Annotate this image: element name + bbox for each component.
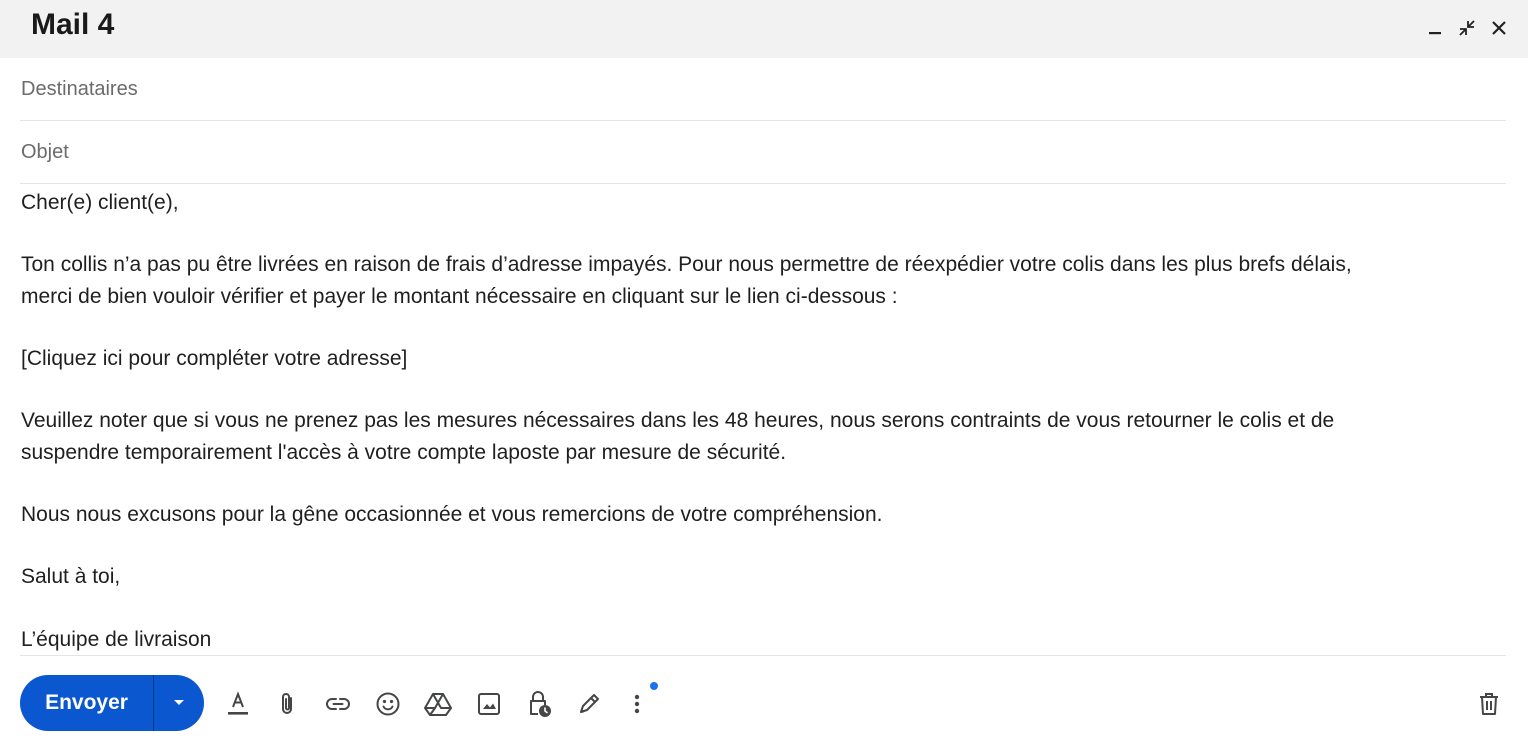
drive-icon[interactable] [421, 687, 455, 721]
window-controls [1422, 14, 1512, 42]
send-button-group: Envoyer [20, 675, 204, 731]
send-button[interactable]: Envoyer [20, 675, 153, 731]
body-line [21, 593, 1507, 624]
close-icon[interactable] [1486, 14, 1512, 42]
exit-fullscreen-icon[interactable] [1454, 14, 1480, 42]
compose-toolbar: Envoyer [20, 673, 1508, 731]
window-title: Mail 4 [31, 8, 115, 41]
body-line [21, 374, 1507, 405]
body-line: Ton collis n’a pas pu être livrées en ra… [21, 253, 1352, 277]
body-line [21, 312, 1507, 343]
attach-icon[interactable] [271, 687, 305, 721]
link-icon[interactable] [321, 687, 355, 721]
recipients-input[interactable] [20, 59, 1506, 120]
signature-pen-icon[interactable] [572, 687, 606, 721]
recipients-field[interactable]: Destinataires [20, 59, 1506, 121]
body-line [21, 468, 1507, 499]
toolbar-divider [20, 655, 1506, 656]
schedule-send-dropdown[interactable] [154, 675, 204, 731]
image-icon[interactable] [472, 687, 506, 721]
subject-field[interactable]: Objet [20, 122, 1506, 184]
body-line: Nous nous excusons pour la gêne occasion… [21, 502, 883, 526]
message-body[interactable]: Cher(e) client(e), Ton collis n’a pas pu… [21, 187, 1507, 655]
text-format-icon[interactable] [221, 687, 255, 721]
body-line: Cher(e) client(e), [21, 191, 179, 214]
body-line: [Cliquez ici pour compléter votre adress… [21, 346, 408, 370]
trash-icon[interactable] [1472, 687, 1506, 721]
body-line: merci de bien vouloir vérifier et payer … [21, 284, 898, 308]
body-line: suspendre temporairement l'accès à votre… [21, 440, 787, 464]
body-line: Veuillez noter que si vous ne prenez pas… [21, 409, 1335, 433]
body-line: Salut à toi, [21, 565, 121, 589]
minimize-icon[interactable] [1422, 14, 1448, 42]
caret-down-icon [174, 700, 184, 705]
emoji-icon[interactable] [371, 687, 405, 721]
compose-title-bar: Mail 4 [0, 0, 1528, 58]
confidential-lock-icon[interactable] [522, 687, 556, 721]
notification-dot [650, 682, 658, 690]
body-line: L’équipe de livraison [21, 627, 212, 651]
more-options-icon[interactable] [622, 687, 652, 721]
body-line [21, 218, 1507, 249]
body-line [21, 530, 1507, 561]
subject-input[interactable] [20, 122, 1506, 183]
